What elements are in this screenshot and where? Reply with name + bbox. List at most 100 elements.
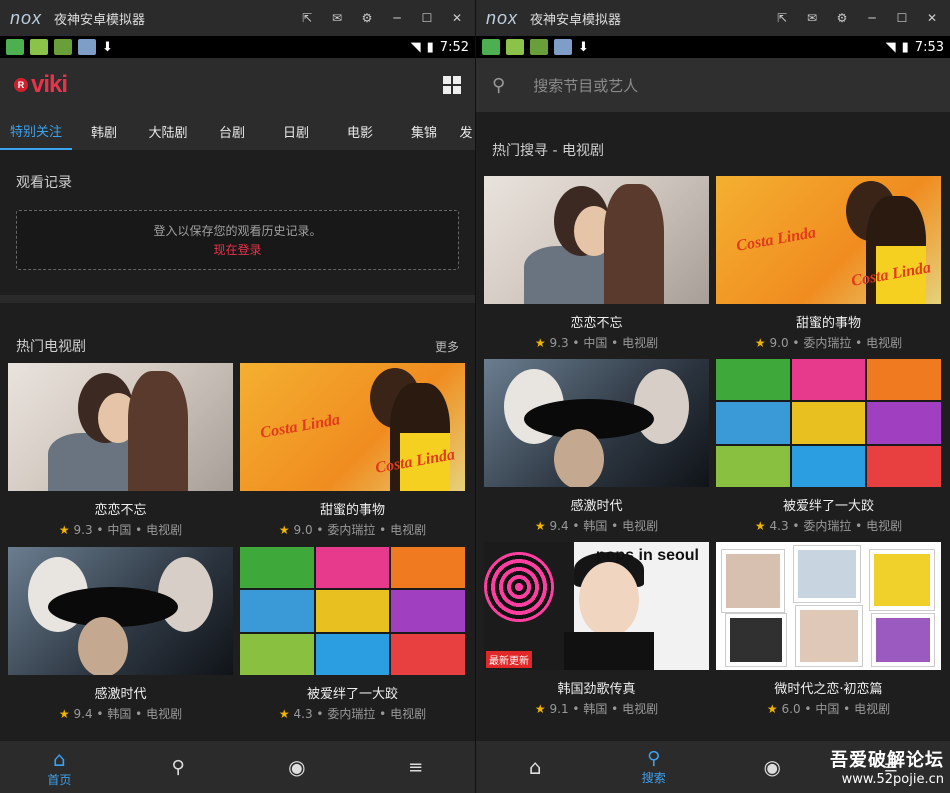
search-input[interactable]: 搜索节目或艺人 <box>533 75 638 96</box>
nav-home[interactable]: ⌂ <box>476 741 595 793</box>
tab-japanese[interactable]: 日剧 <box>264 112 328 150</box>
watermark: 吾爱破解论坛 www.52pojie.cn <box>830 750 944 787</box>
show-thumbnail[interactable] <box>240 547 465 675</box>
search-bar[interactable]: ⚲ 搜索节目或艺人 <box>476 58 950 112</box>
star-icon: ★ <box>278 707 290 721</box>
wifi-icon: ◥ <box>885 39 896 55</box>
app-screen: R viki 特别关注 韩剧 大陆剧 台剧 日剧 电影 集锦 发 观看记录 登入… <box>0 58 475 793</box>
nav-search[interactable]: ⚲ <box>119 741 238 793</box>
tab-clips[interactable]: 集锦 <box>392 112 456 150</box>
show-thumbnail[interactable]: pops in seoul 最新更新 <box>484 542 709 670</box>
viki-logo[interactable]: R viki <box>14 71 68 99</box>
search-icon: ⚲ <box>647 748 661 769</box>
show-meta: ★ 6.0 • 中国 • 电视剧 <box>766 702 891 716</box>
show-thumbnail[interactable]: Costa Linda Costa Linda <box>240 363 465 491</box>
popular-header: 热门电视剧 更多 <box>0 303 475 363</box>
show-thumbnail[interactable] <box>716 542 941 670</box>
tab-taiwan[interactable]: 台剧 <box>200 112 264 150</box>
show-meta: ★ 9.1 • 韩国 • 电视剧 <box>534 702 659 716</box>
login-link[interactable]: 现在登录 <box>213 241 261 258</box>
minimize-icon[interactable]: ─ <box>864 10 880 26</box>
nav-menu[interactable]: ≡ <box>356 741 475 793</box>
show-meta: ★ 9.3 • 中国 • 电视剧 <box>58 523 183 537</box>
show-meta: ★ 9.3 • 中国 • 电视剧 <box>534 336 659 350</box>
show-grid: 恋恋不忘 ★ 9.3 • 中国 • 电视剧 Costa Linda Costa L… <box>0 363 475 731</box>
star-icon: ★ <box>534 702 546 716</box>
tab-korean[interactable]: 韩剧 <box>72 112 136 150</box>
wifi-icon: ◥ <box>410 39 421 55</box>
show-meta: ★ 9.4 • 韩国 • 电视剧 <box>58 707 183 721</box>
category-tabs: 特别关注 韩剧 大陆剧 台剧 日剧 电影 集锦 发 <box>0 112 475 150</box>
show-card[interactable]: 被爱绊了一大跤 ★ 4.3 • 委内瑞拉 • 电视剧 <box>716 359 941 542</box>
show-title: 感激时代 <box>94 687 147 702</box>
tab-featured[interactable]: 特别关注 <box>0 112 72 150</box>
home-icon: ⌂ <box>528 755 542 779</box>
show-thumbnail[interactable]: Costa Linda Costa Linda <box>716 176 941 304</box>
divider <box>0 295 475 303</box>
notification-app-icon <box>78 39 96 55</box>
show-title: 被爱绊了一大跤 <box>782 499 874 514</box>
star-icon: ★ <box>58 707 70 721</box>
app-bar: R viki <box>0 58 475 112</box>
minimize-icon[interactable]: ─ <box>389 10 405 26</box>
window-title: 夜神安卓模拟器 <box>530 12 622 28</box>
nav-profile[interactable]: ◉ <box>713 741 832 793</box>
mail-icon[interactable]: ✉ <box>329 10 345 26</box>
show-thumbnail[interactable] <box>8 547 233 675</box>
star-icon: ★ <box>766 702 778 716</box>
login-hint: 登入以保存您的观看历史记录。 <box>153 224 322 238</box>
gear-icon[interactable]: ⚙ <box>834 10 850 26</box>
show-card[interactable]: Costa Linda Costa Linda 甜蜜的事物 ★ 9.0 • 委内瑞… <box>716 176 941 359</box>
tab-more[interactable]: 发 <box>456 112 475 150</box>
close-icon[interactable]: ✕ <box>924 10 940 26</box>
nav-profile[interactable]: ◉ <box>238 741 357 793</box>
notification-app-icon <box>6 39 24 55</box>
show-title: 恋恋不忘 <box>94 503 147 518</box>
star-icon: ★ <box>754 519 766 533</box>
show-thumbnail[interactable] <box>716 359 941 487</box>
notification-app-icon <box>54 39 72 55</box>
login-prompt[interactable]: 登入以保存您的观看历史记录。 现在登录 <box>16 210 459 270</box>
window-titlebar[interactable]: nox 夜神安卓模拟器 ⇱ ✉ ⚙ ─ ☐ ✕ <box>0 0 475 36</box>
search-icon: ⚲ <box>171 756 185 778</box>
close-icon[interactable]: ✕ <box>449 10 465 26</box>
nav-search[interactable]: ⚲ 搜索 <box>595 741 714 793</box>
show-meta: ★ 9.0 • 委内瑞拉 • 电视剧 <box>754 336 903 350</box>
show-thumbnail[interactable] <box>8 363 233 491</box>
show-card[interactable]: 被爱绊了一大跤 ★ 4.3 • 委内瑞拉 • 电视剧 <box>240 547 465 731</box>
show-card[interactable]: Costa Linda Costa Linda 甜蜜的事物 ★ 9.0 • 委内瑞… <box>240 363 465 547</box>
show-meta: ★ 9.4 • 韩国 • 电视剧 <box>534 519 659 533</box>
show-card[interactable]: 感激时代 ★ 9.4 • 韩国 • 电视剧 <box>8 547 233 731</box>
pin-icon[interactable]: ⇱ <box>774 10 790 26</box>
show-title: 微时代之恋·初恋篇 <box>774 682 883 697</box>
show-thumbnail[interactable] <box>484 176 709 304</box>
maximize-icon[interactable]: ☐ <box>419 10 435 26</box>
maximize-icon[interactable]: ☐ <box>894 10 910 26</box>
grid-view-icon[interactable] <box>443 76 461 94</box>
show-title: 恋恋不忘 <box>570 316 623 331</box>
home-icon: ⌂ <box>53 746 66 771</box>
show-title: 被爱绊了一大跤 <box>306 687 398 702</box>
watch-history-section: 观看记录 登入以保存您的观看历史记录。 现在登录 <box>0 150 475 295</box>
tab-movies[interactable]: 电影 <box>328 112 392 150</box>
more-link[interactable]: 更多 <box>435 338 459 355</box>
show-card[interactable]: 感激时代 ★ 9.4 • 韩国 • 电视剧 <box>484 359 709 542</box>
show-title: 甜蜜的事物 <box>795 316 861 331</box>
pin-icon[interactable]: ⇱ <box>299 10 315 26</box>
show-thumbnail[interactable] <box>484 359 709 487</box>
notification-app-icon <box>482 39 500 55</box>
show-card[interactable]: 微时代之恋·初恋篇 ★ 6.0 • 中国 • 电视剧 <box>716 542 941 725</box>
nav-home[interactable]: ⌂ 首页 <box>0 741 119 793</box>
show-card[interactable]: 恋恋不忘 ★ 9.3 • 中国 • 电视剧 <box>484 176 709 359</box>
gear-icon[interactable]: ⚙ <box>359 10 375 26</box>
show-card[interactable]: 恋恋不忘 ★ 9.3 • 中国 • 电视剧 <box>8 363 233 547</box>
show-meta: ★ 9.0 • 委内瑞拉 • 电视剧 <box>278 523 427 537</box>
status-time: 7:52 <box>439 39 469 55</box>
window-titlebar[interactable]: nox 夜神安卓模拟器 ⇱ ✉ ⚙ ─ ☐ ✕ <box>476 0 950 36</box>
show-card[interactable]: pops in seoul 最新更新 韩国劲歌传真 ★ 9.1 • 韩国 • 电… <box>484 542 709 725</box>
tab-mainland[interactable]: 大陆剧 <box>136 112 200 150</box>
mail-icon[interactable]: ✉ <box>804 10 820 26</box>
star-icon: ★ <box>534 519 546 533</box>
nox-logo: nox <box>486 7 519 28</box>
user-icon: ◉ <box>288 755 306 779</box>
